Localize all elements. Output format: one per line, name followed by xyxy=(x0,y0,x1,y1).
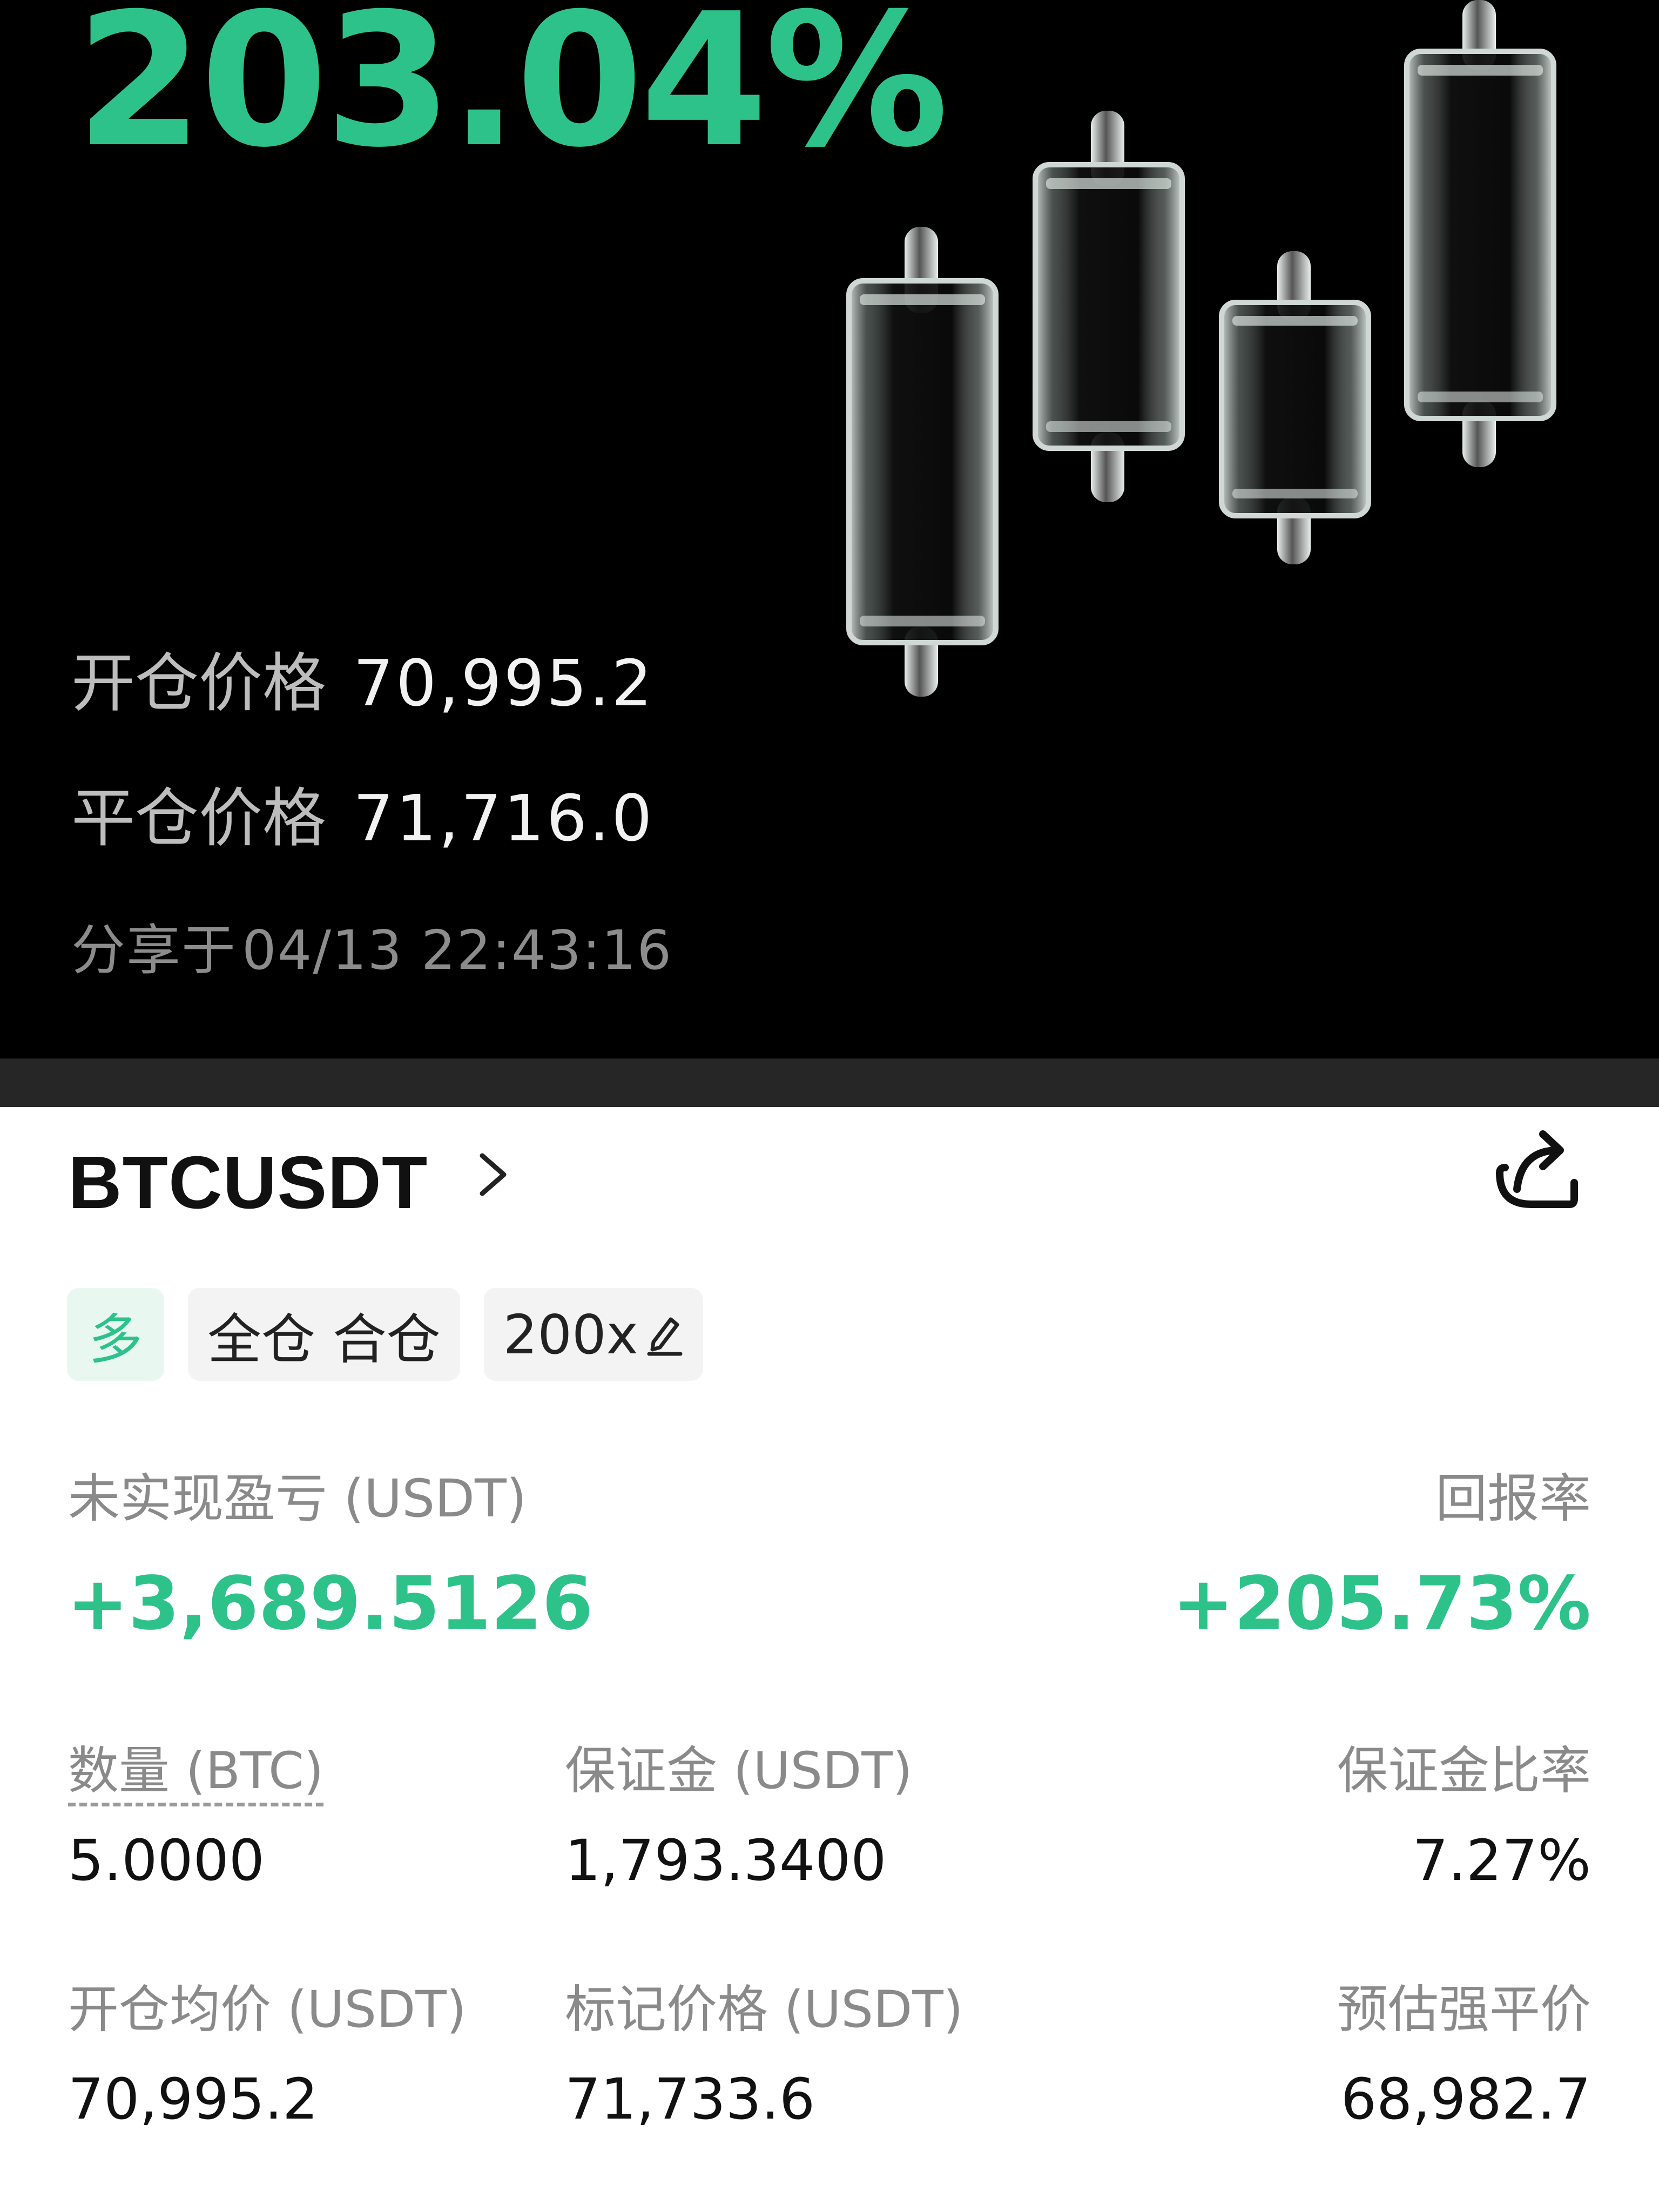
roe-value: +205.73% xyxy=(1172,1561,1591,1647)
size-label[interactable]: 数量 (BTC) xyxy=(68,1739,324,1806)
unrealized-pnl-value: +3,689.5126 xyxy=(67,1561,594,1647)
size-value: 5.0000 xyxy=(68,1827,265,1893)
leverage-label: 200x xyxy=(503,1303,638,1366)
size-label-text: 数量 (BTC) xyxy=(68,1742,324,1806)
position-tags: 多 全仓 合仓 200x xyxy=(67,1288,703,1381)
close-price-line: 平仓价格 71,716.0 xyxy=(71,780,654,856)
shared-at-line: 分享于 04/13 22:43:16 xyxy=(71,918,672,983)
side-tag-label: 多 xyxy=(89,1307,143,1371)
share-icon xyxy=(1496,1130,1578,1208)
liq-price-value: 68,982.7 xyxy=(1340,2066,1591,2132)
entry-price-label: 开仓均价 (USDT) xyxy=(68,1980,467,2039)
share-card: 203.04% 开仓价格 70,995.2 平仓价格 71,716.0 分享于 … xyxy=(0,0,1659,1058)
glass-candlesticks-icon xyxy=(846,0,1556,697)
entry-price-value: 70,995.2 xyxy=(68,2066,319,2132)
unrealized-pnl-label: 未实现盈亏 (USDT) xyxy=(68,1468,527,1529)
mark-price-value: 71,733.6 xyxy=(565,2066,815,2132)
shared-time: 04/13 22:43:16 xyxy=(242,919,673,982)
symbol-link[interactable]: BTCUSDT xyxy=(68,1129,525,1237)
chevron-right-icon xyxy=(460,1142,525,1207)
card-separator xyxy=(0,1058,1659,1107)
symbol-title: BTCUSDT xyxy=(68,1141,428,1224)
open-price-label: 开仓价格 xyxy=(71,646,327,720)
position-panel: BTCUSDT 多 全仓 合仓 200x 未实现盈亏 (USDT) 回报率 +3… xyxy=(0,1107,1659,2212)
close-price-value: 71,716.0 xyxy=(353,781,655,855)
margin-ratio-label: 保证金比率 xyxy=(1337,1742,1591,1800)
share-button[interactable] xyxy=(1481,1118,1589,1226)
pencil-icon xyxy=(646,1313,684,1356)
liq-price-label: 预估强平价 xyxy=(1337,1980,1591,2039)
leverage-tag[interactable]: 200x xyxy=(483,1288,703,1381)
mark-price-label: 标记价格 (USDT) xyxy=(565,1980,963,2039)
open-price-line: 开仓价格 70,995.2 xyxy=(71,645,654,721)
margin-label: 保证金 (USDT) xyxy=(565,1742,913,1800)
shared-label: 分享于 xyxy=(71,919,237,982)
roe-label: 回报率 xyxy=(1435,1468,1591,1529)
margin-ratio-value: 7.27% xyxy=(1412,1827,1591,1893)
close-price-label: 平仓价格 xyxy=(71,781,327,855)
margin-value: 1,793.3400 xyxy=(565,1827,887,1893)
margin-mode-label: 全仓 合仓 xyxy=(207,1307,441,1371)
side-tag: 多 xyxy=(67,1288,164,1381)
margin-mode-tag: 全仓 合仓 xyxy=(188,1288,460,1381)
open-price-value: 70,995.2 xyxy=(353,646,655,720)
